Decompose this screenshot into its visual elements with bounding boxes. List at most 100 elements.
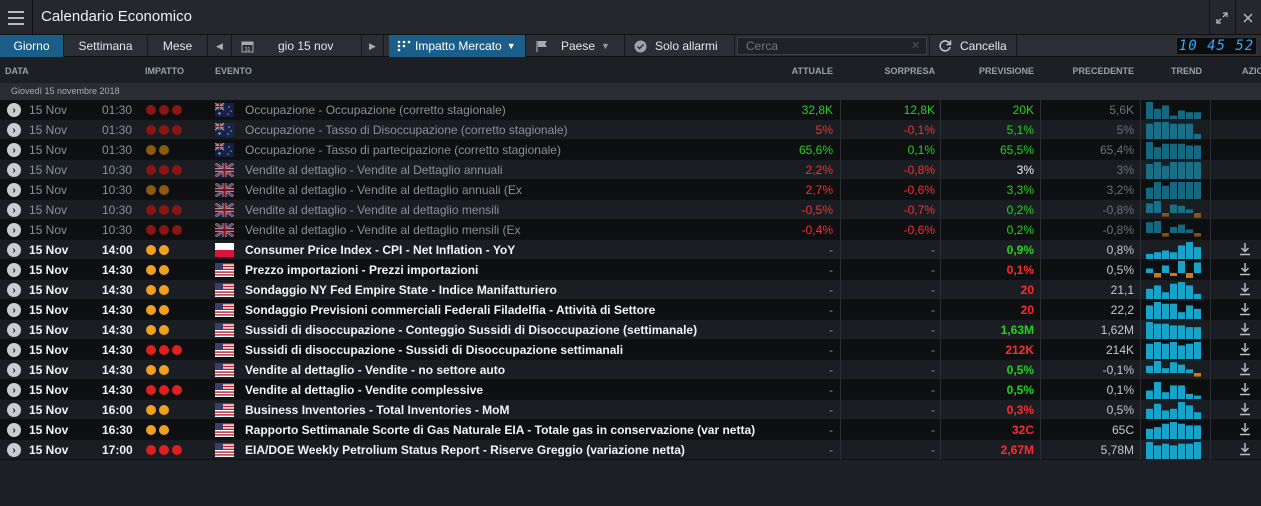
download-icon[interactable]	[1239, 402, 1251, 417]
expand-row-icon[interactable]: ›	[7, 243, 21, 257]
tab-day[interactable]: Giorno	[0, 35, 64, 57]
expand-row-icon[interactable]: ›	[7, 283, 21, 297]
expand-row-icon[interactable]: ›	[7, 303, 21, 317]
column-header-forecast[interactable]: PREVISIONE	[979, 66, 1034, 76]
menu-icon[interactable]	[0, 0, 33, 35]
next-day-button[interactable]: ▶	[362, 35, 384, 57]
table-row[interactable]: › 15 Nov 14:30 Vendite al dettaglio - Vendi…	[0, 360, 1261, 380]
event-name[interactable]: Prezzo importazioni - Prezzi importazion…	[245, 263, 478, 277]
date-picker[interactable]: 31 gio 15 nov	[232, 35, 362, 57]
flag-us-icon	[215, 423, 234, 437]
trend-bar	[1154, 147, 1161, 159]
download-icon[interactable]	[1239, 322, 1251, 337]
event-name[interactable]: Consumer Price Index - CPI - Net Inflati…	[245, 243, 515, 257]
expand-row-icon[interactable]: ›	[7, 383, 21, 397]
event-name[interactable]: Occupazione - Tasso di partecipazione (c…	[245, 143, 561, 157]
table-row[interactable]: › 15 Nov 01:30 Occupazione - Tasso di Disoc…	[0, 120, 1261, 140]
column-header-impact[interactable]: IMPATTO	[145, 66, 184, 76]
download-icon[interactable]	[1239, 242, 1251, 257]
maximize-icon[interactable]	[1209, 0, 1233, 35]
event-time: 10:30	[102, 183, 133, 197]
table-row[interactable]: › 15 Nov 14:30 Prezzo importazioni - Prezzi…	[0, 260, 1261, 280]
alarms-only-toggle[interactable]: Solo allarmi	[625, 35, 735, 57]
table-row[interactable]: › 15 Nov 17:00 EIA/DOE Weekly Petrolium Sta…	[0, 440, 1261, 460]
event-name[interactable]: Vendite al dettaglio - Vendite al dettag…	[245, 183, 522, 197]
event-name[interactable]: Occupazione - Tasso di Disoccupazione (c…	[245, 123, 568, 137]
expand-row-icon[interactable]: ›	[7, 423, 21, 437]
expand-row-icon[interactable]: ›	[7, 123, 21, 137]
trend-bar	[1194, 112, 1201, 119]
expand-row-icon[interactable]: ›	[7, 103, 21, 117]
expand-row-icon[interactable]: ›	[7, 363, 21, 377]
expand-row-icon[interactable]: ›	[7, 403, 21, 417]
event-name[interactable]: Vendite al dettaglio - Vendite al dettag…	[245, 223, 521, 237]
expand-row-icon[interactable]: ›	[7, 163, 21, 177]
table-row[interactable]: › 15 Nov 16:30 Rapporto Settimanale Scorte …	[0, 420, 1261, 440]
expand-row-icon[interactable]: ›	[7, 443, 21, 457]
table-row[interactable]: › 15 Nov 14:30 Sondaggio Previsioni commerc…	[0, 300, 1261, 320]
event-name[interactable]: EIA/DOE Weekly Petrolium Status Report -…	[245, 443, 685, 457]
event-name[interactable]: Business Inventories - Total Inventories…	[245, 403, 510, 417]
event-name[interactable]: Sussidi di disoccupazione - Sussidi di D…	[245, 343, 623, 357]
column-header-date[interactable]: DATA	[5, 66, 29, 76]
download-icon[interactable]	[1239, 262, 1251, 277]
impact-dot	[146, 265, 156, 275]
table-row[interactable]: › 15 Nov 10:30 Vendite al dettaglio - Vendi…	[0, 180, 1261, 200]
flag-us-icon	[215, 283, 234, 297]
event-name[interactable]: Sondaggio Previsioni commerciali Federal…	[245, 303, 655, 317]
table-row[interactable]: › 15 Nov 14:00 Consumer Price Index - CPI -…	[0, 240, 1261, 260]
previous-value: -0,1%	[1102, 363, 1134, 377]
expand-row-icon[interactable]: ›	[7, 263, 21, 277]
column-header-actual[interactable]: ATTUALE	[792, 66, 833, 76]
download-icon[interactable]	[1239, 342, 1251, 357]
column-header-actions[interactable]: AZIO	[1242, 66, 1261, 76]
event-name[interactable]: Vendite al dettaglio - Vendite - no sett…	[245, 363, 505, 377]
download-icon[interactable]	[1239, 442, 1251, 457]
expand-row-icon[interactable]: ›	[7, 203, 21, 217]
table-row[interactable]: › 15 Nov 01:30 Occupazione - Occupazione (c…	[0, 100, 1261, 120]
download-icon[interactable]	[1239, 282, 1251, 297]
close-icon[interactable]	[1235, 0, 1259, 35]
country-filter-dropdown[interactable]: Paese ▼	[526, 35, 625, 57]
column-header-surprise[interactable]: SORPRESA	[884, 66, 935, 76]
expand-row-icon[interactable]: ›	[7, 143, 21, 157]
event-name[interactable]: Sondaggio NY Fed Empire State - Indice M…	[245, 283, 557, 297]
event-name[interactable]: Occupazione - Occupazione (corretto stag…	[245, 103, 506, 117]
event-name[interactable]: Vendite al dettaglio - Vendite al Dettag…	[245, 163, 503, 177]
clear-search-icon[interactable]: ✕	[911, 39, 920, 52]
tab-month[interactable]: Mese	[148, 35, 208, 57]
download-icon[interactable]	[1239, 302, 1251, 317]
column-header-trend[interactable]: TREND	[1171, 66, 1202, 76]
column-header-event[interactable]: EVENTO	[215, 66, 252, 76]
expand-row-icon[interactable]: ›	[7, 183, 21, 197]
table-row[interactable]: › 15 Nov 16:00 Business Inventories - Total…	[0, 400, 1261, 420]
column-header-previous[interactable]: PRECEDENTE	[1072, 66, 1134, 76]
prev-day-button[interactable]: ◀	[208, 35, 232, 57]
tab-week[interactable]: Settimana	[64, 35, 148, 57]
expand-row-icon[interactable]: ›	[7, 343, 21, 357]
column-divider	[1210, 120, 1211, 140]
table-row[interactable]: › 15 Nov 14:30 Sussidi di disoccupazione - …	[0, 320, 1261, 340]
download-icon[interactable]	[1239, 362, 1251, 377]
table-row[interactable]: › 15 Nov 10:30 Vendite al dettaglio - Vendi…	[0, 220, 1261, 240]
table-row[interactable]: › 15 Nov 14:30 Sussidi di disoccupazione - …	[0, 340, 1261, 360]
event-name[interactable]: Rapporto Settimanale Scorte di Gas Natur…	[245, 423, 755, 437]
table-row[interactable]: › 15 Nov 14:30 Vendite al dettaglio - Vendi…	[0, 380, 1261, 400]
expand-row-icon[interactable]: ›	[7, 323, 21, 337]
event-name[interactable]: Vendite al dettaglio - Vendite complessi…	[245, 383, 483, 397]
trend-bar	[1178, 182, 1185, 199]
impact-indicator	[146, 245, 169, 255]
event-name[interactable]: Sussidi di disoccupazione - Conteggio Su…	[245, 323, 697, 337]
event-name[interactable]: Vendite al dettaglio - Vendite al dettag…	[245, 203, 499, 217]
clear-button[interactable]: Cancella	[929, 35, 1017, 57]
search-input[interactable]	[737, 37, 927, 55]
table-row[interactable]: › 15 Nov 01:30 Occupazione - Tasso di parte…	[0, 140, 1261, 160]
expand-row-icon[interactable]: ›	[7, 223, 21, 237]
table-row[interactable]: › 15 Nov 10:30 Vendite al dettaglio - Vendi…	[0, 160, 1261, 180]
table-row[interactable]: › 15 Nov 10:30 Vendite al dettaglio - Vendi…	[0, 200, 1261, 220]
column-divider	[940, 100, 941, 120]
table-row[interactable]: › 15 Nov 14:30 Sondaggio NY Fed Empire Stat…	[0, 280, 1261, 300]
impact-filter-dropdown[interactable]: Impatto Mercato ▼	[389, 35, 526, 57]
download-icon[interactable]	[1239, 382, 1251, 397]
download-icon[interactable]	[1239, 422, 1251, 437]
